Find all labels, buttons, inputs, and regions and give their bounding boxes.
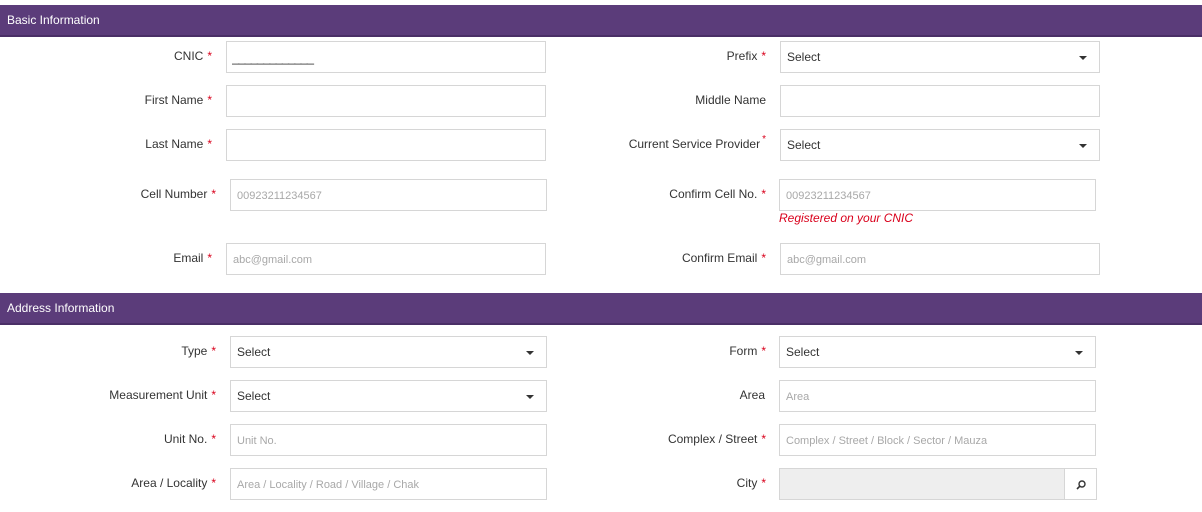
confirm-cell-label: Confirm Cell No. * [669, 187, 766, 201]
chevron-down-icon [526, 395, 534, 399]
middle-name-label: Middle Name [695, 93, 766, 107]
address-information-title: Address Information [7, 301, 115, 315]
measurement-unit-select[interactable]: Select [230, 380, 547, 412]
unit-no-label: Unit No. * [163, 432, 216, 446]
confirm-cell-input[interactable] [779, 179, 1096, 211]
cell-number-input[interactable] [230, 179, 547, 211]
complex-street-label: Complex / Street * [667, 432, 766, 446]
measurement-unit-label: Measurement Unit * [109, 388, 216, 402]
last-name-label: Last Name * [145, 137, 212, 151]
form-label: Form * [729, 344, 766, 358]
complex-street-input[interactable] [779, 424, 1096, 456]
area-locality-input[interactable] [230, 468, 547, 500]
city-search-button[interactable] [1064, 468, 1097, 500]
service-provider-select[interactable]: Select [780, 129, 1100, 161]
area-input[interactable] [779, 380, 1096, 412]
first-name-input[interactable] [226, 85, 546, 117]
confirm-email-label: Confirm Email * [681, 251, 766, 265]
first-name-label: First Name * [144, 93, 212, 107]
confirm-email-input[interactable] [780, 243, 1100, 275]
address-information-header: Address Information [0, 293, 1202, 325]
middle-name-input[interactable] [780, 85, 1100, 117]
city-input [779, 468, 1065, 500]
prefix-select[interactable]: Select [780, 41, 1100, 73]
cnic-input[interactable] [226, 41, 546, 73]
type-label: Type * [181, 344, 216, 358]
basic-information-header: Basic Information [0, 5, 1202, 37]
area-label: Area [739, 388, 765, 402]
last-name-input[interactable] [226, 129, 546, 161]
basic-information-title: Basic Information [7, 13, 100, 27]
type-select[interactable]: Select [230, 336, 547, 368]
cell-number-label: Cell Number * [140, 187, 216, 201]
email-input[interactable] [226, 243, 546, 275]
chevron-down-icon [1079, 56, 1087, 60]
service-provider-label: Current Service Provider * [628, 134, 766, 151]
chevron-down-icon [1075, 351, 1083, 355]
chevron-down-icon [526, 351, 534, 355]
unit-no-input[interactable] [230, 424, 547, 456]
cnic-label: CNIC * [173, 49, 212, 63]
chevron-down-icon [1079, 144, 1087, 148]
form-select[interactable]: Select [779, 336, 1096, 368]
email-label: Email * [173, 251, 212, 265]
area-locality-label: Area / Locality * [131, 476, 216, 490]
search-icon [1076, 480, 1086, 490]
city-label: City * [736, 476, 766, 490]
cnic-registration-hint: Registered on your CNIC [779, 211, 914, 225]
prefix-label: Prefix * [726, 49, 766, 63]
